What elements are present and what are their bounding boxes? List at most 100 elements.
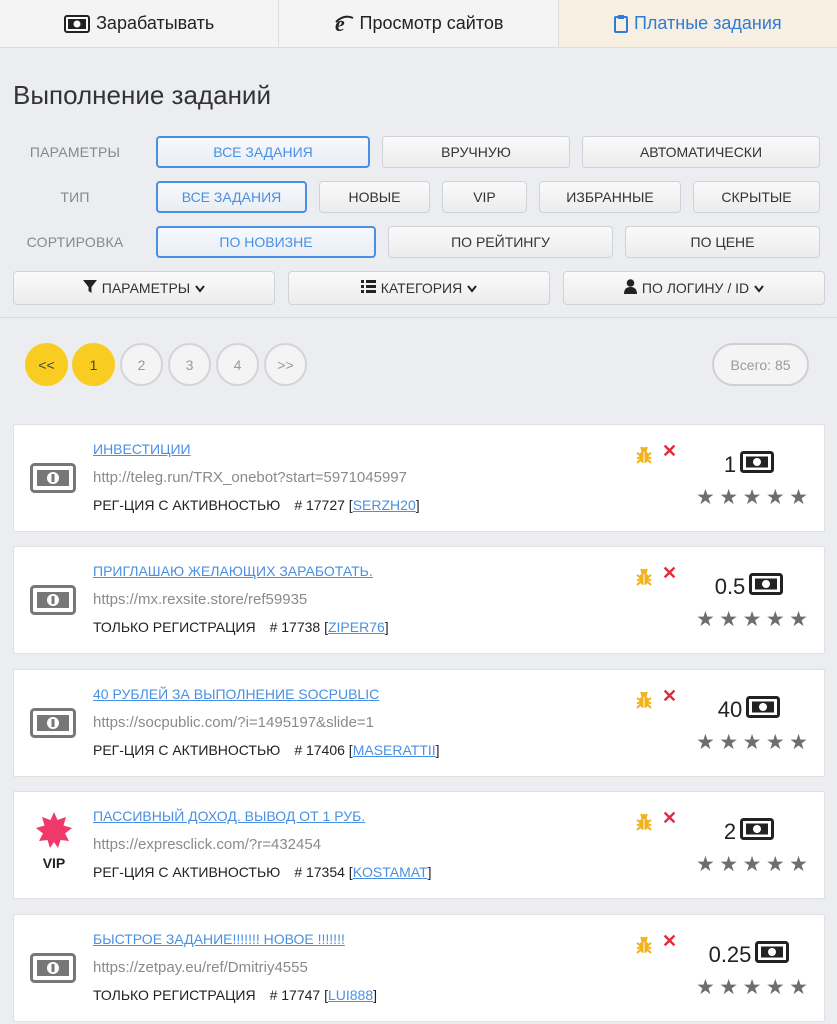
- task-meta: ТОЛЬКО РЕГИСТРАЦИЯ # 17738 [ZIPER76]: [93, 619, 389, 635]
- task-card[interactable]: БЫСТРОЕ ЗАДАНИЕ!!!!!!! НОВОЕ !!!!!!! htt…: [13, 914, 825, 1022]
- bug-report-icon[interactable]: [634, 445, 654, 470]
- task-card[interactable]: 40 РУБЛЕЙ ЗА ВЫПОЛНЕНИЕ SOCPUBLIC https:…: [13, 669, 825, 777]
- task-meta: РЕГ-ЦИЯ С АКТИВНОСТЬЮ # 17406 [MASERATTII…: [93, 742, 440, 758]
- list-icon: [360, 280, 376, 296]
- star-icon[interactable]: ★: [743, 609, 762, 630]
- star-icon[interactable]: ★: [719, 854, 738, 875]
- category-dropdown[interactable]: КАТЕГОРИЯ: [288, 271, 550, 305]
- rating-stars: ★ ★ ★ ★ ★: [696, 854, 808, 875]
- star-icon[interactable]: ★: [719, 609, 738, 630]
- rating-stars: ★ ★ ★ ★ ★: [696, 487, 808, 508]
- star-icon[interactable]: ★: [766, 732, 785, 753]
- star-icon[interactable]: ★: [789, 854, 808, 875]
- task-author-link[interactable]: SERZH20: [353, 497, 416, 513]
- money-icon: [755, 941, 790, 969]
- sort-rating-button[interactable]: ПО РЕЙТИНГУ: [388, 226, 613, 258]
- task-url: https://mx.rexsite.store/ref59935: [93, 591, 308, 608]
- page-first-button[interactable]: <<: [25, 343, 68, 386]
- task-author-link[interactable]: LUI888: [328, 987, 373, 1003]
- task-author-link[interactable]: ZIPER76: [328, 619, 385, 635]
- star-icon[interactable]: ★: [719, 732, 738, 753]
- vip-label: VIP: [42, 855, 66, 871]
- money-icon: [30, 585, 76, 620]
- task-card[interactable]: VIP ПАССИВНЫЙ ДОХОД. ВЫВОД ОТ 1 РУБ. htt…: [13, 791, 825, 899]
- star-icon[interactable]: ★: [743, 854, 762, 875]
- chevron-down-icon: [467, 280, 478, 296]
- task-card[interactable]: ИНВЕСТИЦИИ http://teleg.run/TRX_onebot?s…: [13, 424, 825, 532]
- params-all-button[interactable]: ВСЕ ЗАДАНИЯ: [156, 136, 370, 168]
- params-auto-button[interactable]: АВТОМАТИЧЕСКИ: [582, 136, 820, 168]
- close-icon[interactable]: ✕: [662, 563, 677, 584]
- task-author-link[interactable]: MASERATTII: [353, 742, 436, 758]
- star-icon[interactable]: ★: [696, 854, 715, 875]
- page-button-2[interactable]: 2: [120, 343, 163, 386]
- sort-price-button[interactable]: ПО ЦЕНЕ: [625, 226, 820, 258]
- chevron-down-icon: [754, 280, 764, 296]
- sort-newest-button[interactable]: ПО НОВИЗНЕ: [156, 226, 376, 258]
- page-button-4[interactable]: 4: [216, 343, 259, 386]
- task-title-link[interactable]: ИНВЕСТИЦИИ: [93, 441, 191, 457]
- star-icon[interactable]: ★: [743, 977, 762, 998]
- tab-earn[interactable]: Зарабатывать: [0, 0, 280, 47]
- star-icon[interactable]: ★: [743, 487, 762, 508]
- star-icon[interactable]: ★: [766, 487, 785, 508]
- bug-report-icon[interactable]: [634, 935, 654, 960]
- close-icon[interactable]: ✕: [662, 686, 677, 707]
- page-button-3[interactable]: 3: [168, 343, 211, 386]
- type-all-button[interactable]: ВСЕ ЗАДАНИЯ: [156, 181, 307, 213]
- rating-stars: ★ ★ ★ ★ ★: [696, 609, 808, 630]
- task-price: 0.5: [684, 573, 814, 601]
- star-icon[interactable]: ★: [789, 977, 808, 998]
- price-value: 1: [723, 452, 737, 477]
- user-icon: [623, 279, 637, 297]
- star-icon[interactable]: ★: [696, 977, 715, 998]
- price-value: 2: [723, 819, 737, 844]
- task-title-link[interactable]: 40 РУБЛЕЙ ЗА ВЫПОЛНЕНИЕ SOCPUBLIC: [93, 686, 379, 702]
- dropdown-label: ПО ЛОГИНУ / ID: [641, 280, 750, 296]
- task-author-link[interactable]: KOSTAMAT: [353, 864, 428, 880]
- close-icon[interactable]: ✕: [662, 808, 677, 829]
- task-number: # 17747: [269, 987, 321, 1003]
- tab-label: Просмотр сайтов: [359, 13, 504, 33]
- star-icon[interactable]: ★: [719, 487, 738, 508]
- task-type: ТОЛЬКО РЕГИСТРАЦИЯ: [93, 619, 256, 635]
- task-price: 40: [684, 696, 814, 724]
- bug-report-icon[interactable]: [634, 567, 654, 592]
- page-button-1[interactable]: 1: [72, 343, 115, 386]
- star-icon[interactable]: ★: [696, 609, 715, 630]
- rating-stars: ★ ★ ★ ★ ★: [696, 977, 808, 998]
- page-next-button[interactable]: >>: [264, 343, 307, 386]
- bug-report-icon[interactable]: [634, 690, 654, 715]
- type-favorites-button[interactable]: ИЗБРАННЫЕ: [539, 181, 681, 213]
- close-icon[interactable]: ✕: [662, 441, 677, 462]
- params-manual-button[interactable]: ВРУЧНУЮ: [382, 136, 570, 168]
- star-icon[interactable]: ★: [743, 732, 762, 753]
- type-new-button[interactable]: НОВЫЕ: [319, 181, 430, 213]
- star-icon[interactable]: ★: [766, 854, 785, 875]
- task-meta: ТОЛЬКО РЕГИСТРАЦИЯ # 17747 [LUI888]: [93, 987, 378, 1003]
- star-icon[interactable]: ★: [766, 609, 785, 630]
- star-icon[interactable]: ★: [696, 732, 715, 753]
- star-icon[interactable]: ★: [789, 609, 808, 630]
- task-url: https://zetpay.eu/ref/Dmitriy4555: [93, 959, 308, 976]
- filter-icon: [82, 279, 97, 297]
- star-icon[interactable]: ★: [696, 487, 715, 508]
- login-id-dropdown[interactable]: ПО ЛОГИНУ / ID: [563, 271, 825, 305]
- star-icon[interactable]: ★: [719, 977, 738, 998]
- task-card[interactable]: ПРИГЛАШАЮ ЖЕЛАЮЩИХ ЗАРАБОТАТЬ. https://m…: [13, 546, 825, 654]
- task-title-link[interactable]: ПРИГЛАШАЮ ЖЕЛАЮЩИХ ЗАРАБОТАТЬ.: [93, 563, 373, 579]
- star-icon[interactable]: ★: [789, 487, 808, 508]
- star-icon[interactable]: ★: [766, 977, 785, 998]
- tab-view-sites[interactable]: e Просмотр сайтов: [279, 0, 559, 47]
- bug-report-icon[interactable]: [634, 812, 654, 837]
- star-icon[interactable]: ★: [789, 732, 808, 753]
- task-type: ТОЛЬКО РЕГИСТРАЦИЯ: [93, 987, 256, 1003]
- params-dropdown[interactable]: ПАРАМЕТРЫ: [13, 271, 275, 305]
- type-vip-button[interactable]: VIP: [442, 181, 527, 213]
- task-title-link[interactable]: БЫСТРОЕ ЗАДАНИЕ!!!!!!! НОВОЕ !!!!!!!: [93, 931, 345, 947]
- close-icon[interactable]: ✕: [662, 931, 677, 952]
- task-title-link[interactable]: ПАССИВНЫЙ ДОХОД. ВЫВОД ОТ 1 РУБ.: [93, 808, 365, 824]
- tab-paid-tasks[interactable]: Платные задания: [558, 0, 837, 47]
- rating-stars: ★ ★ ★ ★ ★: [696, 732, 808, 753]
- type-hidden-button[interactable]: СКРЫТЫЕ: [693, 181, 820, 213]
